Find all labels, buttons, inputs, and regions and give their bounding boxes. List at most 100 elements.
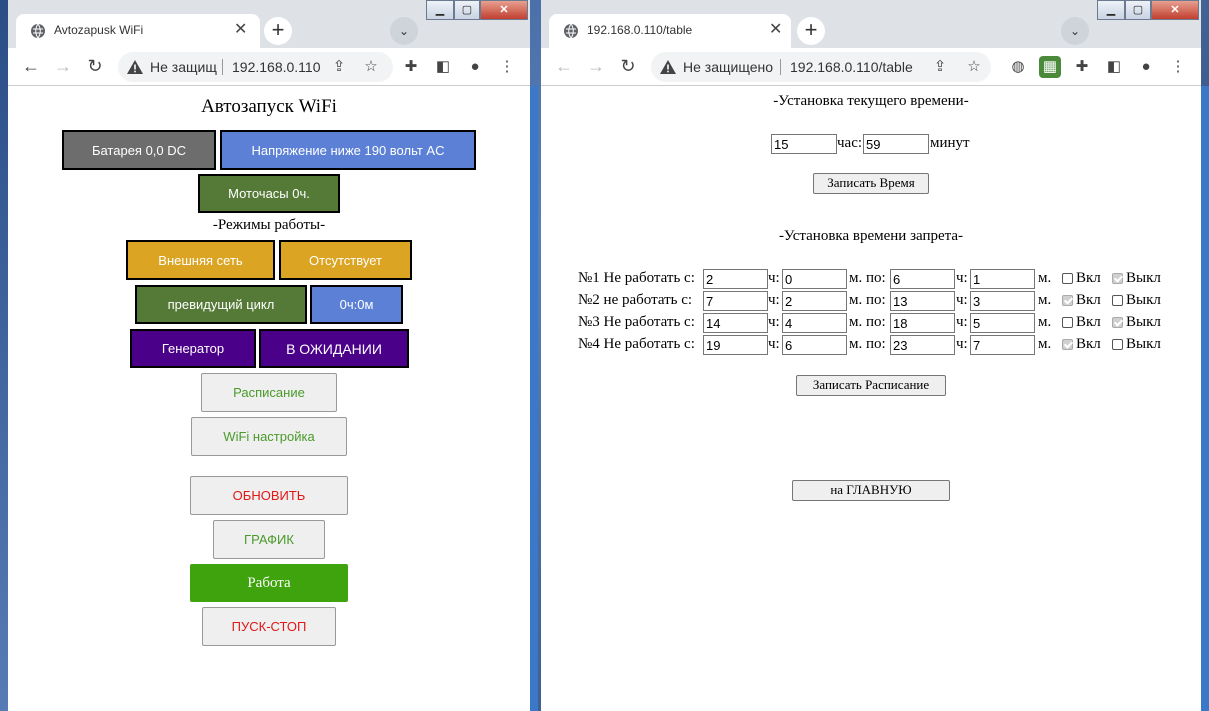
- on-label: Вкл: [1076, 270, 1101, 286]
- reload-icon[interactable]: ↻: [84, 56, 106, 78]
- write-time-button[interactable]: Записать Время: [813, 173, 929, 194]
- bookmark-star-icon[interactable]: ☆: [362, 58, 380, 76]
- from-hour-input[interactable]: [703, 313, 768, 333]
- tab-avtozapusk[interactable]: Avtozapusk WiFi ✕: [16, 14, 260, 48]
- refresh-button[interactable]: ОБНОВИТЬ: [190, 476, 348, 515]
- forward-arrow-icon[interactable]: →: [585, 56, 607, 78]
- minute-input[interactable]: [863, 134, 929, 154]
- from-minute-input[interactable]: [782, 335, 847, 355]
- window-controls: ▁ ▢ ✕: [1095, 0, 1201, 22]
- forward-arrow-icon[interactable]: →: [52, 56, 74, 78]
- write-schedule-button[interactable]: Записать Расписание: [796, 375, 946, 396]
- window-frame-left: [530, 86, 538, 711]
- profile-avatar-icon[interactable]: ●: [464, 56, 486, 78]
- new-tab-button[interactable]: +: [797, 17, 825, 45]
- hour-label: ч:: [768, 336, 780, 352]
- extensions-puzzle-icon[interactable]: ✚: [1071, 56, 1093, 78]
- hour-label: ч:: [956, 314, 968, 330]
- side-panel-icon[interactable]: ◧: [1103, 56, 1125, 78]
- minimize-button[interactable]: ▁: [426, 0, 454, 20]
- tab-search-button[interactable]: ⌄: [1061, 17, 1089, 45]
- profile-avatar-icon[interactable]: ●: [1135, 56, 1157, 78]
- address-bar[interactable]: Не защищ 192.168.0.110 ⇪ ☆: [118, 52, 393, 82]
- main-page-button[interactable]: на ГЛАВНУЮ: [792, 480, 950, 501]
- maximize-button[interactable]: ▢: [1125, 0, 1151, 20]
- off-checkbox[interactable]: [1112, 339, 1123, 350]
- from-hour-input[interactable]: [703, 291, 768, 311]
- to-minute-input[interactable]: [970, 269, 1035, 289]
- new-tab-button[interactable]: +: [264, 17, 292, 45]
- off-checkbox[interactable]: [1112, 317, 1123, 328]
- to-minute-input[interactable]: [970, 313, 1035, 333]
- window-controls: ▁ ▢ ✕: [424, 0, 530, 22]
- from-hour-input[interactable]: [703, 269, 768, 289]
- back-arrow-icon[interactable]: ←: [553, 56, 575, 78]
- close-window-button[interactable]: ✕: [480, 0, 528, 20]
- reload-icon[interactable]: ↻: [617, 56, 639, 78]
- off-checkbox[interactable]: [1112, 273, 1123, 284]
- browser-window-left: Avtozapusk WiFi ✕ + ⌄ ▁ ▢ ✕ ← → ↻ Не защ…: [8, 0, 530, 711]
- work-button[interactable]: Работа: [190, 564, 348, 602]
- on-label: Вкл: [1076, 292, 1101, 308]
- hour-input[interactable]: [771, 134, 837, 154]
- row-label: №3 Не работать с:: [578, 314, 695, 330]
- from-minute-input[interactable]: [782, 269, 847, 289]
- chart-button[interactable]: ГРАФИК: [213, 520, 325, 559]
- close-tab-icon[interactable]: ✕: [769, 21, 782, 39]
- off-checkbox[interactable]: [1112, 295, 1123, 306]
- minimize-button[interactable]: ▁: [1097, 0, 1125, 20]
- address-bar[interactable]: Не защищено 192.168.0.110/table ⇪ ☆: [651, 52, 991, 82]
- to-hour-input[interactable]: [890, 313, 955, 333]
- tab-table[interactable]: 192.168.0.110/table ✕: [549, 14, 791, 48]
- off-label: Выкл: [1126, 336, 1161, 352]
- share-icon[interactable]: ⇪: [330, 58, 348, 76]
- menu-kebab-icon[interactable]: ⋮: [1167, 56, 1189, 78]
- battery-status: Батарея 0,0 DC: [62, 130, 216, 170]
- row-label: №2 не работать с:: [578, 292, 693, 308]
- maximize-button[interactable]: ▢: [454, 0, 480, 20]
- off-label: Выкл: [1126, 292, 1161, 308]
- on-checkbox[interactable]: [1062, 339, 1073, 350]
- hour-label: ч:: [956, 270, 968, 286]
- to-minute-input[interactable]: [970, 291, 1035, 311]
- on-label: Вкл: [1076, 314, 1101, 330]
- extension-app-icon[interactable]: ▦: [1039, 56, 1061, 78]
- back-arrow-icon[interactable]: ←: [20, 56, 42, 78]
- from-hour-input[interactable]: [703, 335, 768, 355]
- to-minute-input[interactable]: [970, 335, 1035, 355]
- voltage-status: Напряжение ниже 190 вольт AC: [220, 130, 476, 170]
- page-content-right: -Установка текущего времени- час: минут …: [541, 86, 1201, 711]
- side-panel-icon[interactable]: ◧: [432, 56, 454, 78]
- on-checkbox[interactable]: [1062, 273, 1073, 284]
- off-label: Выкл: [1126, 314, 1161, 330]
- hour-label: ч:: [768, 270, 780, 286]
- on-checkbox[interactable]: [1062, 295, 1073, 306]
- ban-heading: -Установка времени запрета-: [778, 228, 964, 244]
- to-hour-input[interactable]: [890, 291, 955, 311]
- omnibox-divider: [222, 59, 223, 75]
- translate-globe-icon[interactable]: ◍: [1007, 56, 1029, 78]
- warning-icon: [660, 60, 676, 74]
- to-hour-input[interactable]: [890, 335, 955, 355]
- wifi-settings-button[interactable]: WiFi настройка: [191, 417, 347, 456]
- previous-cycle-label: превидущий цикл: [135, 285, 307, 324]
- schedule-button[interactable]: Расписание: [201, 373, 337, 412]
- extensions-puzzle-icon[interactable]: ✚: [400, 56, 422, 78]
- close-window-button[interactable]: ✕: [1151, 0, 1199, 20]
- start-stop-button[interactable]: ПУСК-СТОП: [202, 607, 336, 646]
- bookmark-star-icon[interactable]: ☆: [965, 58, 983, 76]
- to-label: м. по:: [849, 314, 886, 330]
- browser-toolbar: ← → ↻ Не защищено 192.168.0.110/table ⇪ …: [541, 48, 1201, 86]
- menu-kebab-icon[interactable]: ⋮: [496, 56, 518, 78]
- share-icon[interactable]: ⇪: [931, 58, 949, 76]
- close-tab-icon[interactable]: ✕: [234, 21, 247, 39]
- on-checkbox[interactable]: [1062, 317, 1073, 328]
- browser-window-right: 192.168.0.110/table ✕ + ⌄ ▁ ▢ ✕ ← → ↻ Не…: [541, 0, 1201, 711]
- motohours-status: Моточасы 0ч.: [198, 174, 340, 213]
- to-label: м. по:: [849, 336, 886, 352]
- from-minute-input[interactable]: [782, 313, 847, 333]
- to-hour-input[interactable]: [890, 269, 955, 289]
- warning-icon: [127, 60, 143, 74]
- tab-search-button[interactable]: ⌄: [390, 17, 418, 45]
- from-minute-input[interactable]: [782, 291, 847, 311]
